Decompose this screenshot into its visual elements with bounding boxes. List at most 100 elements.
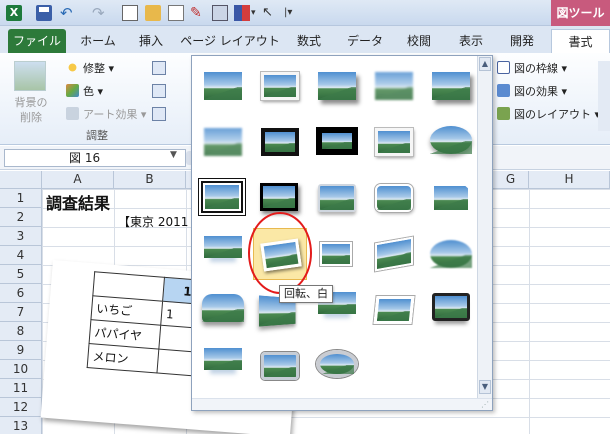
picture-style-option[interactable]	[424, 172, 478, 224]
color-picker-icon[interactable]	[234, 5, 250, 21]
gallery-scrollbar[interactable]: ▲ ▼	[477, 56, 492, 410]
row-header[interactable]: 9	[0, 341, 42, 360]
tab-developer[interactable]: 開発	[498, 29, 546, 53]
border-icon	[497, 61, 510, 74]
picture-style-option[interactable]	[424, 116, 478, 168]
remove-background-icon	[14, 61, 46, 91]
picture-style-option[interactable]	[424, 60, 478, 112]
picture-effects-label: 図の効果	[514, 85, 558, 98]
tab-view[interactable]: 表示	[446, 29, 496, 53]
picture-style-option[interactable]	[367, 228, 421, 280]
picture-style-option[interactable]	[367, 172, 421, 224]
picture-style-option[interactable]	[424, 228, 478, 280]
name-box[interactable]: 図 16	[4, 149, 186, 167]
chevron-down-icon[interactable]: ▼	[170, 150, 177, 160]
scroll-up-button[interactable]: ▲	[479, 57, 491, 71]
style-thumbnail	[375, 236, 413, 272]
open-folder-icon[interactable]	[145, 5, 161, 21]
picture-icon[interactable]	[212, 5, 228, 21]
picture-style-option[interactable]	[196, 172, 250, 224]
picture-style-option[interactable]	[310, 340, 364, 392]
tab-review[interactable]: 校閲	[394, 29, 444, 53]
compress-pictures-icon[interactable]	[152, 61, 166, 75]
reset-picture-icon[interactable]	[152, 107, 166, 121]
tab-data[interactable]: データ	[336, 29, 394, 53]
tab-page-layout[interactable]: ページ レイアウト	[178, 29, 282, 53]
picture-effects-button[interactable]: 図の効果 ▾	[497, 83, 567, 99]
row-header[interactable]: 12	[0, 398, 42, 417]
style-thumbnail	[432, 184, 470, 212]
picture-style-option[interactable]	[310, 172, 364, 224]
scroll-down-button[interactable]: ▼	[479, 380, 491, 394]
sheet-subtitle: 【東京 2011	[118, 215, 189, 229]
picture-style-option[interactable]	[196, 284, 250, 336]
column-header[interactable]: H	[529, 171, 610, 189]
gallery-resize-grip[interactable]: ⋰	[192, 398, 492, 410]
picture-style-option[interactable]	[253, 340, 307, 392]
picture-style-option[interactable]	[367, 60, 421, 112]
picture-style-option[interactable]	[424, 284, 478, 336]
picture-style-option[interactable]	[310, 60, 364, 112]
row-header[interactable]: 3	[0, 227, 42, 246]
row-header[interactable]: 11	[0, 379, 42, 398]
color-icon	[66, 84, 79, 97]
row-header[interactable]: 7	[0, 303, 42, 322]
picture-layout-button[interactable]: 図のレイアウト ▾	[497, 106, 600, 122]
picture-style-option[interactable]	[310, 228, 364, 280]
drawing-icon[interactable]: ✎	[190, 5, 206, 21]
ribbon-tabs: ファイル ホーム 挿入 ページ レイアウト 数式 データ 校閲 表示 開発 書式	[0, 26, 610, 53]
style-thumbnail	[261, 352, 299, 380]
tab-insert[interactable]: 挿入	[128, 29, 174, 53]
picture-style-option[interactable]	[367, 284, 421, 336]
picture-style-option[interactable]	[196, 60, 250, 112]
row-header[interactable]: 2	[0, 208, 42, 227]
undo-icon[interactable]: ↶	[60, 5, 76, 21]
highlight-circle	[248, 212, 312, 294]
customize-toolbar-icon[interactable]: |▾	[284, 5, 300, 21]
column-header[interactable]: B	[114, 171, 186, 189]
style-tooltip: 回転、白	[279, 285, 333, 303]
style-thumbnail	[202, 294, 244, 322]
style-thumbnail	[320, 242, 352, 266]
tab-formulas[interactable]: 数式	[284, 29, 334, 53]
row-header[interactable]: 1	[0, 189, 42, 208]
style-thumbnail	[318, 184, 356, 212]
change-picture-icon[interactable]	[152, 84, 166, 98]
row-header[interactable]: 5	[0, 265, 42, 284]
color-button[interactable]: 色 ▾	[66, 83, 103, 99]
column-header[interactable]: A	[42, 171, 114, 189]
table-row-label: メロン	[87, 343, 159, 374]
picture-style-option[interactable]	[196, 228, 250, 280]
row-header[interactable]: 10	[0, 360, 42, 379]
picture-style-option[interactable]	[196, 340, 250, 392]
picture-style-option[interactable]	[253, 60, 307, 112]
picture-style-option[interactable]	[310, 116, 364, 168]
picture-style-option[interactable]	[196, 116, 250, 168]
row-header[interactable]: 6	[0, 284, 42, 303]
picture-style-option[interactable]	[367, 116, 421, 168]
redo-icon[interactable]: ↷	[92, 5, 108, 21]
style-thumbnail	[373, 296, 415, 324]
column-header[interactable]: G	[493, 171, 529, 189]
select-cursor-icon[interactable]: ↖	[262, 5, 278, 21]
select-all-corner[interactable]	[0, 171, 42, 189]
tab-home[interactable]: ホーム	[70, 29, 126, 53]
tab-file[interactable]: ファイル	[8, 29, 66, 53]
artistic-effects-icon	[66, 107, 79, 120]
remove-background-button[interactable]: 背景の 削除	[6, 95, 56, 125]
artistic-effects-button[interactable]: アート効果 ▾	[66, 106, 146, 122]
row-header[interactable]: 8	[0, 322, 42, 341]
save-icon[interactable]	[36, 5, 52, 21]
tab-format[interactable]: 書式	[551, 29, 610, 53]
print-preview-icon[interactable]	[122, 5, 138, 21]
excel-logo-icon: X	[6, 5, 22, 21]
corrections-button[interactable]: 修整 ▾	[66, 60, 114, 76]
style-thumbnail	[375, 128, 413, 156]
picture-style-option[interactable]	[253, 116, 307, 168]
row-header[interactable]: 13	[0, 417, 42, 434]
resize-grip-icon[interactable]: ⋰	[481, 400, 489, 409]
new-document-icon[interactable]	[168, 5, 184, 21]
row-header[interactable]: 4	[0, 246, 42, 265]
style-thumbnail	[203, 183, 241, 211]
picture-border-button[interactable]: 図の枠線 ▾	[497, 60, 567, 76]
